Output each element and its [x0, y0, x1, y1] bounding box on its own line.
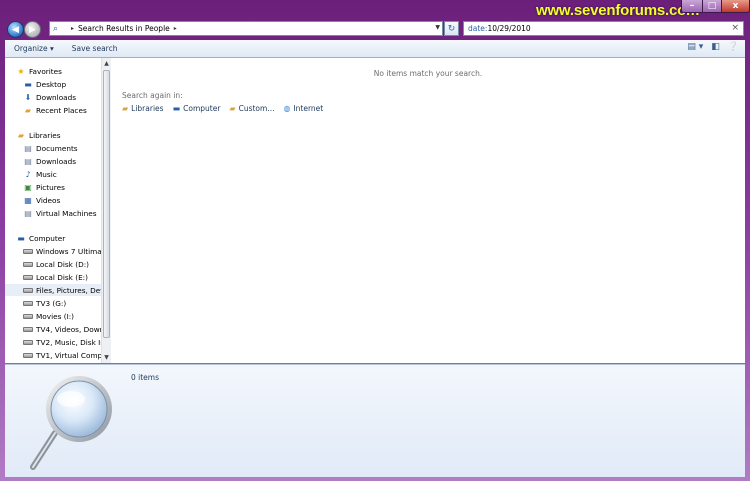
hard-drive-icon	[23, 299, 33, 308]
search-again-internet[interactable]: ◍ Internet	[283, 104, 323, 113]
windows-drive-icon	[23, 247, 33, 256]
downloads-folder-icon: ▤	[24, 156, 32, 166]
sidebar-item-lib-downloads[interactable]: ▤ Downloads	[5, 155, 76, 167]
music-icon: ♪	[25, 169, 31, 179]
custom-folder-icon: ▰	[229, 104, 236, 113]
hard-drive-icon	[23, 273, 33, 282]
sidebar-item-drive-e[interactable]: Local Disk (E:)	[5, 271, 88, 283]
breadcrumb-separator-icon[interactable]: ▸	[71, 25, 74, 32]
search-folder-icon: ⌕	[53, 23, 59, 34]
libraries-icon: ▰	[122, 104, 129, 113]
search-again-libraries[interactable]: ▰ Libraries	[122, 104, 164, 113]
virtual-machines-icon: ▤	[24, 208, 32, 218]
sidebar-item-drive-tv4[interactable]: TV4, Videos, Downlo	[5, 323, 101, 335]
sidebar-item-drive-d[interactable]: Local Disk (D:)	[5, 258, 89, 270]
sidebar-item-computer[interactable]: ▬ Computer	[5, 232, 65, 244]
sidebar-item-documents[interactable]: ▤ Documents	[5, 142, 77, 154]
computer-icon: ▬	[172, 104, 181, 113]
address-dropdown-icon[interactable]: ▼	[435, 24, 440, 31]
help-icon[interactable]: ❔	[728, 42, 739, 52]
forward-button[interactable]: ▶	[24, 21, 41, 38]
breadcrumb-search-results[interactable]: Search Results in People	[78, 24, 170, 33]
computer-icon: ▬	[17, 233, 25, 243]
hard-drive-icon	[23, 325, 33, 334]
refresh-icon: ↻	[447, 23, 456, 34]
documents-icon: ▤	[24, 143, 32, 153]
hard-drive-icon	[23, 286, 33, 295]
scroll-thumb[interactable]	[103, 70, 110, 338]
navigation-scrollbar[interactable]: ▲ ▼	[101, 58, 111, 363]
clear-search-icon[interactable]: ×	[731, 23, 739, 33]
downloads-icon: ⬇	[24, 92, 32, 102]
change-view-icon[interactable]: ▤ ▾	[687, 42, 703, 52]
details-pane: 0 items	[5, 364, 745, 477]
scroll-up-icon[interactable]: ▲	[103, 60, 110, 67]
sidebar-item-drive-f[interactable]: Files, Pictures, Dev (	[5, 284, 101, 296]
sidebar-item-downloads[interactable]: ⬇ Downloads	[5, 91, 76, 103]
watermark-text: www.sevenforums.com	[536, 2, 700, 19]
scroll-down-icon[interactable]: ▼	[103, 354, 110, 361]
sidebar-item-pictures[interactable]: ▣ Pictures	[5, 181, 65, 193]
minimize-button[interactable]: –	[681, 0, 703, 13]
hard-drive-icon	[23, 260, 33, 269]
address-bar[interactable]: ⌕ ▸ Search Results in People ▸ ▼	[49, 21, 443, 36]
preview-pane-icon[interactable]: ◧	[711, 42, 720, 52]
search-value: 10/29/2010	[487, 24, 531, 33]
close-button[interactable]: x	[721, 0, 750, 13]
organize-button[interactable]: Organize ▾	[5, 44, 63, 53]
search-again-custom[interactable]: ▰ Custom...	[229, 104, 274, 113]
hard-drive-icon	[23, 338, 33, 347]
maximize-button[interactable]: □	[702, 0, 722, 13]
sidebar-item-drive-i[interactable]: Movies (I:)	[5, 310, 74, 322]
sidebar-item-drive-g[interactable]: TV3 (G:)	[5, 297, 66, 309]
explorer-window: www.sevenforums.com – □ x ◀ ▶ ⌕ ▸ Search…	[0, 0, 750, 481]
videos-icon: ▦	[24, 195, 32, 205]
item-count: 0 items	[131, 373, 160, 382]
search-again-label: Search again in:	[122, 91, 183, 100]
breadcrumb-chevron-icon[interactable]: ▸	[174, 25, 177, 32]
pictures-icon: ▣	[24, 182, 32, 192]
back-button[interactable]: ◀	[7, 21, 24, 38]
internet-icon: ◍	[283, 104, 291, 113]
search-keyword: date:	[468, 24, 488, 33]
desktop-icon: ▬	[24, 79, 32, 89]
sidebar-item-recent-places[interactable]: ▰ Recent Places	[5, 104, 87, 116]
results-pane: No items match your search. Search again…	[111, 58, 745, 363]
search-again-computer[interactable]: ▬ Computer	[173, 104, 221, 113]
sidebar-item-drive-c[interactable]: Windows 7 Ultimate	[5, 245, 101, 257]
sidebar-item-desktop[interactable]: ▬ Desktop	[5, 78, 66, 90]
magnifier-icon	[30, 376, 112, 470]
hard-drive-icon	[23, 312, 33, 321]
search-input[interactable]: date: 10/29/2010 ×	[463, 21, 744, 36]
libraries-icon: ▰	[17, 130, 25, 140]
back-arrow-icon: ◀	[12, 24, 19, 35]
sidebar-item-music[interactable]: ♪ Music	[5, 168, 56, 180]
navigation-pane: ★ Favorites ▬ Desktop ⬇ Downloads ▰ Recent P…	[5, 58, 102, 363]
sidebar-item-favorites[interactable]: ★ Favorites	[5, 65, 62, 77]
sidebar-item-drive-tv1[interactable]: TV1, Virtual Compu	[5, 349, 101, 361]
refresh-button[interactable]: ↻	[444, 21, 459, 36]
search-again-options: ▰ Libraries ▬ Computer ▰ Custom... ◍ Interne…	[122, 104, 323, 113]
empty-results-message: No items match your search.	[373, 69, 483, 78]
sidebar-item-libraries[interactable]: ▰ Libraries	[5, 129, 61, 141]
star-icon: ★	[17, 66, 25, 76]
hard-drive-icon	[23, 351, 33, 360]
sidebar-item-virtual-machines[interactable]: ▤ Virtual Machines	[5, 207, 96, 219]
sidebar-item-videos[interactable]: ▦ Videos	[5, 194, 60, 206]
forward-arrow-icon: ▶	[29, 24, 36, 35]
command-bar: Organize ▾ Save search ▤ ▾ ◧ ❔	[5, 40, 745, 58]
sidebar-item-drive-tv2[interactable]: TV2, Music, Disk Im	[5, 336, 101, 348]
save-search-button[interactable]: Save search	[63, 44, 127, 53]
recent-places-icon: ▰	[24, 105, 32, 115]
